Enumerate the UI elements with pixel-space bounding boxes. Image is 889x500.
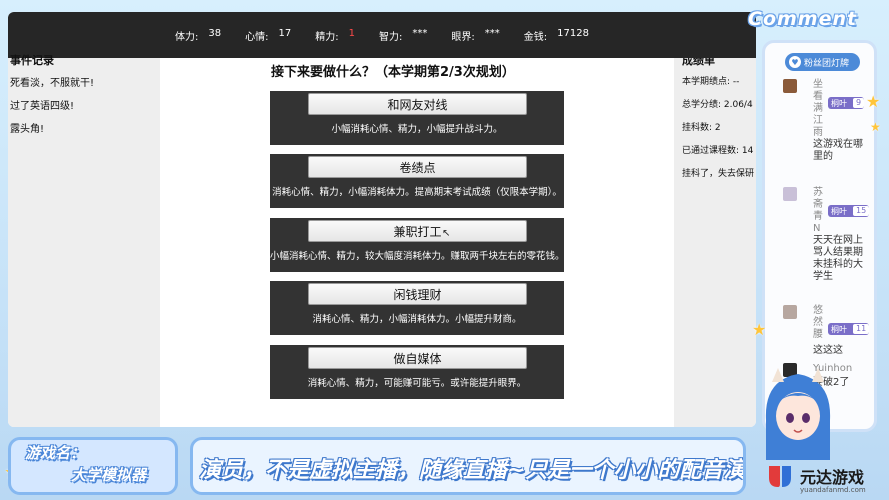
option-button-self-media[interactable]: 做自媒体: [308, 347, 527, 369]
option-button-argue-online[interactable]: 和网友对线: [308, 93, 527, 115]
event-log-line: 死看淡，不服就干!: [10, 78, 95, 89]
fans-banner[interactable]: ♥ 粉丝团灯牌: [785, 53, 860, 71]
option-description: 消耗心情、精力，小幅消耗体力。提高期末考试成绩（仅限本学期）。: [272, 187, 562, 198]
stat-stamina: 体力: 38: [175, 28, 221, 43]
comment-username: 坐看满江雨: [813, 79, 823, 138]
stat-value: 1: [348, 27, 356, 39]
fan-badge-name: 桐叶: [831, 324, 847, 334]
star-icon: ★: [870, 120, 881, 134]
comment-text: 这这这: [813, 345, 843, 356]
marquee-text: 演员，不是虚拟主播，随缘直播~只是一个小小的配音演员: [199, 458, 746, 483]
transcript-line: 已通过课程数: 14: [682, 146, 754, 156]
comment-item: 坐看满江雨 桐叶 9 这游戏在哪里的: [783, 79, 874, 179]
stat-value: ***: [412, 27, 428, 39]
option-card: 卷绩点 消耗心情、精力，小幅消耗体力。提高期末考试成绩（仅限本学期）。: [270, 154, 564, 208]
stat-intelligence: 智力: ***: [379, 28, 427, 43]
comment-title: Comment: [748, 8, 858, 30]
stat-vision: 眼界: ***: [451, 28, 499, 43]
question-title: 接下来要做什么？（本学期第2/3次规划）: [271, 65, 515, 80]
avatar: [783, 79, 797, 93]
fan-club-icon: ♥: [789, 56, 801, 68]
logo-brand-text: 元达游戏: [800, 468, 865, 487]
status-bar: 体力: 38 心情: 17 精力: 1 智力: *** 眼界: *** 金钱: 17128: [8, 12, 756, 58]
option-card: 做自媒体 消耗心情、精力，可能赚可能亏。或许能提升眼界。: [270, 345, 564, 399]
main-content: 接下来要做什么？（本学期第2/3次规划） 和网友对线 小幅消耗心情、精力，小幅提…: [160, 58, 674, 427]
game-name: 大学模拟器: [71, 466, 147, 484]
fan-badge-name: 桐叶: [831, 206, 847, 216]
marquee-box: 演员，不是虚拟主播，随缘直播~只是一个小小的配音演员: [190, 437, 746, 495]
option-description: 消耗心情、精力，小幅消耗体力。小幅提升财商。: [312, 314, 522, 325]
stat-mood: 心情: 17: [245, 28, 291, 43]
event-log-line: 露头角!: [10, 124, 45, 135]
option-description: 小幅消耗心情、精力，小幅提升战斗力。: [331, 124, 503, 135]
event-log-heading: 事件记录: [10, 54, 54, 67]
stat-label: 心情:: [245, 31, 269, 43]
stat-label: 精力:: [315, 31, 339, 43]
site-logo-icon: [769, 466, 791, 487]
comment-text: 天天在网上骂人结果期末挂科的大学生: [813, 235, 863, 282]
game-window: 体力: 38 心情: 17 精力: 1 智力: *** 眼界: *** 金钱: 17128 …: [8, 12, 756, 427]
star-icon: ★: [752, 320, 767, 339]
comment-username: 悠然腰: [813, 305, 823, 340]
transcript-line: 总学分绩: 2.06/4: [682, 100, 753, 110]
fans-banner-label: 粉丝团灯牌: [804, 58, 850, 69]
fan-badge: 桐叶 9: [828, 97, 865, 109]
vtuber-avatar: [765, 368, 831, 460]
comment-item: 苏斋青N 桐叶 15 天天在网上骂人结果期末挂科的大学生: [783, 187, 874, 302]
avatar: [783, 305, 797, 319]
fan-badge: 桐叶 15: [828, 205, 870, 217]
game-name-box: 游戏名： 大学模拟器: [8, 437, 178, 495]
avatar: [783, 187, 797, 201]
stat-value: 17: [278, 27, 292, 39]
stat-money: 金钱: 17128: [524, 28, 589, 43]
mouse-cursor-icon: ↖: [442, 228, 451, 239]
fan-badge-name: 桐叶: [831, 98, 847, 108]
stat-label: 体力:: [175, 31, 199, 43]
transcript-line: 本学期绩点: --: [682, 77, 740, 87]
stat-energy: 精力: 1: [315, 28, 355, 43]
stat-value: 17128: [557, 27, 589, 39]
stat-label: 金钱:: [523, 31, 548, 43]
option-button-part-time-job[interactable]: 兼职打工: [308, 220, 527, 242]
option-button-invest[interactable]: 闲钱理财: [308, 283, 527, 305]
option-card: 和网友对线 小幅消耗心情、精力，小幅提升战斗力。: [270, 91, 564, 145]
option-card: 兼职打工 小幅消耗心情、精力，较大幅度消耗体力。赚取两千块左右的零花钱。 ↖: [270, 218, 564, 272]
star-icon: ★: [866, 92, 881, 111]
transcript-heading: 成绩单: [682, 58, 715, 67]
stat-label: 智力:: [379, 31, 403, 43]
option-description: 消耗心情、精力，可能赚可能亏。或许能提升眼界。: [307, 378, 527, 389]
transcript-line: 挂科数: 2: [682, 123, 721, 133]
comment-username: 苏斋青N: [813, 187, 823, 234]
transcript-panel: 成绩单 本学期绩点: -- 总学分绩: 2.06/4 挂科数: 2 已通过课程数…: [674, 58, 756, 427]
event-log-panel: 事件记录 死看淡，不服就干! 过了英语四级! 露头角!: [8, 54, 160, 427]
site-logo: 元达游戏 yuandafanmd.com: [760, 458, 889, 500]
game-name-label: 游戏名：: [25, 444, 86, 462]
comment-text: 这游戏在哪里的: [813, 139, 863, 162]
stat-value: ***: [484, 27, 500, 39]
fan-badge-level: 9: [853, 98, 865, 108]
option-card: 闲钱理财 消耗心情、精力，小幅消耗体力。小幅提升财商。: [270, 281, 564, 335]
transcript-line: 挂科了，失去保研: [682, 169, 755, 179]
fan-badge-level: 15: [853, 206, 870, 216]
fan-badge: 桐叶 11: [828, 323, 870, 335]
stat-value: 38: [208, 27, 222, 39]
option-description: 小幅消耗心情、精力，较大幅度消耗体力。赚取两千块左右的零花钱。: [270, 251, 564, 262]
fan-badge-level: 11: [853, 324, 870, 334]
option-button-study-gpa[interactable]: 卷绩点: [308, 156, 527, 178]
event-log-line: 过了英语四级!: [10, 101, 75, 112]
stat-label: 眼界:: [451, 31, 475, 43]
comment-item: 悠然腰 桐叶 11 这这这: [783, 305, 874, 361]
logo-domain-text: yuandafanmd.com: [800, 486, 866, 494]
